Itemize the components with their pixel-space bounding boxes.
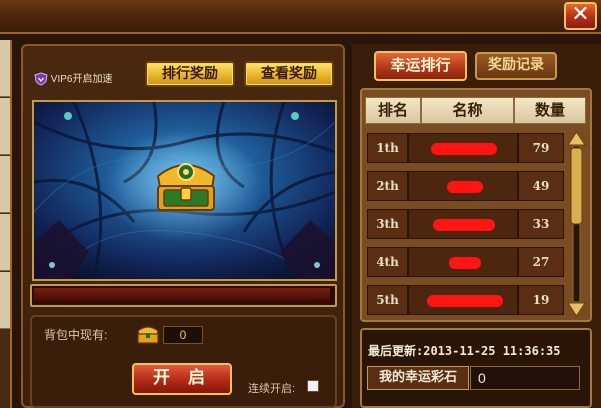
progress-fill bbox=[34, 288, 330, 303]
name-cell bbox=[408, 285, 518, 315]
column-header-count: 数量 bbox=[514, 97, 586, 124]
count-cell: 19 bbox=[518, 285, 564, 315]
redacted-name bbox=[447, 181, 483, 193]
column-header-name: 名称 bbox=[421, 97, 514, 124]
chest-small-icon bbox=[137, 326, 159, 344]
table-row[interactable]: 4th 27 bbox=[367, 247, 564, 277]
vip-shield-icon bbox=[34, 72, 48, 86]
continuous-open-label: 连续开启: bbox=[248, 383, 296, 395]
side-tab[interactable] bbox=[0, 156, 10, 213]
scroll-up-icon bbox=[567, 131, 586, 146]
side-tab[interactable] bbox=[0, 214, 10, 271]
treasure-scene bbox=[32, 100, 337, 281]
side-tab[interactable] bbox=[0, 98, 10, 155]
my-lucky-stone-value: 0 bbox=[470, 366, 580, 390]
window-title-bar bbox=[0, 0, 601, 34]
close-button[interactable]: ✕ bbox=[564, 2, 597, 30]
treasure-chest-icon[interactable] bbox=[152, 154, 220, 216]
table-row[interactable]: 2th 49 bbox=[367, 171, 564, 201]
side-tab[interactable] bbox=[0, 40, 10, 97]
last-update: 最后更新:2013-11-25 11:36:35 bbox=[368, 344, 561, 358]
table-row[interactable]: 1th 79 bbox=[367, 133, 564, 163]
vip-label: VIP6开启加速 bbox=[50, 74, 113, 85]
tab-lucky-ranking[interactable]: 幸运排行 bbox=[374, 51, 467, 81]
scroll-thumb bbox=[570, 147, 583, 225]
count-cell: 49 bbox=[518, 171, 564, 201]
scroll-down-icon bbox=[567, 302, 586, 317]
side-tab[interactable] bbox=[0, 272, 10, 329]
name-cell bbox=[408, 247, 518, 277]
ranking-scrollbar[interactable] bbox=[566, 130, 587, 318]
name-cell bbox=[408, 133, 518, 163]
rank-cell: 5th bbox=[367, 285, 408, 315]
redacted-name bbox=[449, 257, 481, 269]
column-header-rank: 排名 bbox=[365, 97, 421, 124]
bag-count: 0 bbox=[163, 326, 203, 344]
rank-cell: 3th bbox=[367, 209, 408, 239]
name-cell bbox=[408, 171, 518, 201]
my-lucky-stone-label: 我的幸运彩石 bbox=[367, 366, 469, 390]
redacted-name bbox=[427, 295, 503, 307]
rank-cell: 2th bbox=[367, 171, 408, 201]
open-button[interactable]: 开 启 bbox=[132, 363, 232, 395]
table-row[interactable]: 3th 33 bbox=[367, 209, 564, 239]
name-cell bbox=[408, 209, 518, 239]
side-tab-strip bbox=[0, 40, 12, 408]
open-progress-bar bbox=[30, 284, 337, 307]
bag-label: 背包中现有: bbox=[44, 328, 108, 342]
vip-speedup: VIP6开启加速 bbox=[34, 70, 112, 86]
count-cell: 33 bbox=[518, 209, 564, 239]
count-cell: 27 bbox=[518, 247, 564, 277]
view-reward-button[interactable]: 查看奖励 bbox=[244, 61, 334, 87]
rank-reward-button[interactable]: 排行奖励 bbox=[145, 61, 235, 87]
continuous-open-checkbox[interactable] bbox=[307, 380, 319, 392]
close-icon: ✕ bbox=[571, 2, 590, 27]
redacted-name bbox=[431, 143, 497, 155]
table-row[interactable]: 5th 19 bbox=[367, 285, 564, 315]
tab-reward-record[interactable]: 奖励记录 bbox=[475, 52, 557, 80]
rank-cell: 1th bbox=[367, 133, 408, 163]
count-cell: 79 bbox=[518, 133, 564, 163]
redacted-name bbox=[433, 219, 495, 231]
rank-cell: 4th bbox=[367, 247, 408, 277]
